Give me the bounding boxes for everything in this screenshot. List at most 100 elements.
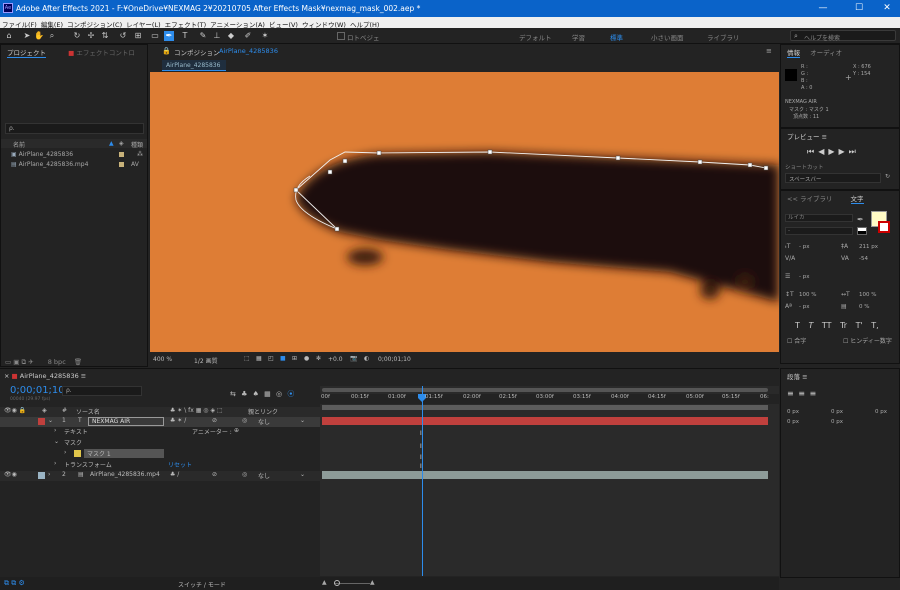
color-channel-icon[interactable]: ● (304, 355, 309, 362)
hindi-digits-checkbox[interactable]: ☐ ヒンディー数字 (843, 336, 892, 345)
graph-editor-icon[interactable]: ⦿ (287, 390, 294, 398)
faux-italic[interactable]: T (808, 321, 813, 330)
roto-brush-icon[interactable]: ✐ (243, 31, 253, 41)
render-queue-icon[interactable]: ✈ (28, 358, 33, 366)
timeline-tab[interactable]: × ■ AirPlane_4285836 ≡ (4, 372, 86, 380)
timeline-timecode[interactable]: 0;00;01;10 (10, 385, 65, 396)
add-animator-icon[interactable]: ⊕ (234, 427, 239, 434)
zoom-select[interactable]: 400 % (153, 356, 172, 363)
pen-tool-icon[interactable]: ✒ (164, 31, 174, 41)
motion-blur-icon[interactable]: ◎ (276, 390, 282, 398)
tsume-value[interactable]: 0 % (859, 304, 869, 310)
close-button[interactable]: ✕ (876, 3, 898, 13)
trash-icon[interactable]: 🗑 (74, 358, 82, 366)
playhead-line[interactable] (422, 386, 423, 576)
composition-viewer[interactable] (150, 72, 779, 352)
label-color-swatch[interactable] (119, 162, 124, 167)
guides-icon[interactable]: ⊞ (292, 355, 297, 362)
tracking-value[interactable]: -54 (859, 256, 868, 262)
fast-preview-icon[interactable]: ■ (280, 355, 286, 362)
link-icon[interactable]: ⊘ (212, 471, 217, 478)
indent-left[interactable]: 0 px (787, 409, 799, 415)
all-caps[interactable]: TT (822, 321, 832, 330)
project-search-input[interactable]: ρ. (5, 123, 144, 134)
expand-icon[interactable]: ⌄ (54, 438, 59, 445)
resolution-select[interactable]: 1/2 画質 (194, 356, 218, 365)
mask-name[interactable]: マスク 1 (84, 449, 164, 458)
font-family-select[interactable]: ルイカ (785, 214, 853, 222)
new-folder-icon[interactable]: ▣ (13, 358, 19, 366)
faux-bold[interactable]: T (795, 321, 800, 330)
reset-link[interactable]: リセット (168, 460, 192, 469)
timeline-track-area[interactable]: I I I I (320, 386, 779, 576)
expand-icon[interactable]: › (64, 449, 66, 456)
draft-3d-icon[interactable]: ♣ (241, 390, 247, 398)
lock-icon[interactable]: 🔒 (162, 47, 171, 55)
project-tab[interactable]: プロジェクト (7, 49, 46, 58)
keyframe-icon[interactable]: I (420, 430, 422, 437)
last-frame-icon[interactable]: ⏭ (849, 147, 860, 156)
pick-whip-icon[interactable]: ◎ (242, 471, 247, 478)
chevron-down-icon[interactable]: ⌄ (300, 417, 305, 424)
project-item[interactable]: ▣ AirPlane_4285836 ⁂ (1, 150, 147, 159)
libraries-tab[interactable]: << ライブラリ (787, 195, 832, 203)
first-frame-icon[interactable]: ⏮ (807, 147, 818, 156)
link-icon[interactable]: ⊘ (212, 417, 217, 424)
clone-stamp-icon[interactable]: ⊥ (212, 31, 222, 41)
layer-switches[interactable]: ♣ ✶ / (170, 417, 186, 424)
play-icon[interactable]: ▶ (828, 147, 838, 156)
comp-mini-flowchart-icon[interactable]: ⇆ (230, 390, 236, 398)
viewer-timecode[interactable]: 0;00;01;10 (378, 356, 411, 363)
orbit-tool-icon[interactable]: ↻ (72, 31, 82, 41)
preview-tab[interactable]: プレビュー (787, 133, 820, 141)
vertical-scale-value[interactable]: 100 % (799, 292, 816, 298)
type-tool-icon[interactable]: T (180, 31, 190, 41)
puppet-tool-icon[interactable]: ✶ (260, 31, 270, 41)
eye-icon[interactable]: 👁◉ (4, 471, 17, 478)
keyframe-icon[interactable]: I (420, 463, 422, 470)
zoom-in-icon[interactable]: ▲ (370, 579, 375, 586)
rectangle-tool-icon[interactable]: ▭ (150, 31, 160, 41)
region-of-interest-icon[interactable]: ⬚ (244, 355, 250, 362)
layer-label-color[interactable] (38, 472, 45, 479)
exposure-value[interactable]: +0.0 (328, 356, 343, 363)
masks-row[interactable]: ⌄ マスク (0, 438, 320, 448)
audio-tab[interactable]: オーディオ (810, 49, 842, 57)
interpret-footage-icon[interactable]: ▭ (5, 358, 11, 366)
space-after[interactable]: 0 px (831, 419, 843, 425)
horizontal-scale-value[interactable]: 100 % (859, 292, 876, 298)
layer-switches[interactable]: ♣ / (170, 471, 179, 478)
character-tab[interactable]: 文字 (850, 195, 864, 204)
layer-label-color[interactable] (38, 418, 45, 425)
brush-tool-icon[interactable]: ✎ (198, 31, 208, 41)
col-source-name[interactable]: ソース名 (76, 407, 100, 416)
prev-frame-icon[interactable]: ◀ (818, 147, 828, 156)
layer-name[interactable]: AirPlane_4285836.mp4 (90, 471, 160, 478)
layer-switches-toggle-icon[interactable]: ⧉ ⧉ ⚙ (4, 579, 25, 588)
layer-row[interactable]: ⌄ 1 T NEXMAG AIR ♣ ✶ / ⊘ ◎ なし ⌄ (0, 417, 320, 427)
pick-whip-icon[interactable]: ◎ (242, 417, 247, 424)
pan-tool-icon[interactable]: ✢ (86, 31, 96, 41)
frame-blend-icon[interactable]: ▦ (264, 390, 271, 398)
help-search-input[interactable]: ヘルプを検索 (804, 33, 840, 42)
chevron-down-icon[interactable]: ⌄ (300, 471, 305, 478)
snapshot-icon[interactable]: 📷 (350, 355, 357, 362)
expand-icon[interactable]: › (54, 460, 56, 467)
workspace-small-screen[interactable]: 小さい画面 (651, 32, 684, 42)
eyedropper-icon[interactable]: ✒ (857, 215, 864, 224)
transparency-grid-icon[interactable]: ▦ (256, 355, 262, 362)
align-right-icon[interactable]: ≡ (810, 389, 817, 398)
selection-tool-icon[interactable]: ➤ (22, 31, 32, 41)
parent-select[interactable]: なし (258, 417, 270, 426)
black-white-swatch[interactable] (857, 227, 867, 235)
dolly-tool-icon[interactable]: ⇅ (100, 31, 110, 41)
rotate-tool-icon[interactable]: ↺ (118, 31, 128, 41)
comp-tab[interactable]: AirPlane_4285836 (162, 60, 226, 71)
new-comp-icon[interactable]: ⧉ (21, 358, 26, 366)
home-icon[interactable]: ⌂ (4, 31, 14, 41)
layer-2-bar[interactable] (322, 471, 768, 479)
effect-controls-tab[interactable]: エフェクトコントロ (76, 49, 135, 57)
next-frame-icon[interactable]: ▶ (839, 147, 849, 156)
small-caps[interactable]: Tr (840, 321, 847, 330)
help-search-box[interactable]: ⌕ ヘルプを検索 (790, 30, 896, 42)
